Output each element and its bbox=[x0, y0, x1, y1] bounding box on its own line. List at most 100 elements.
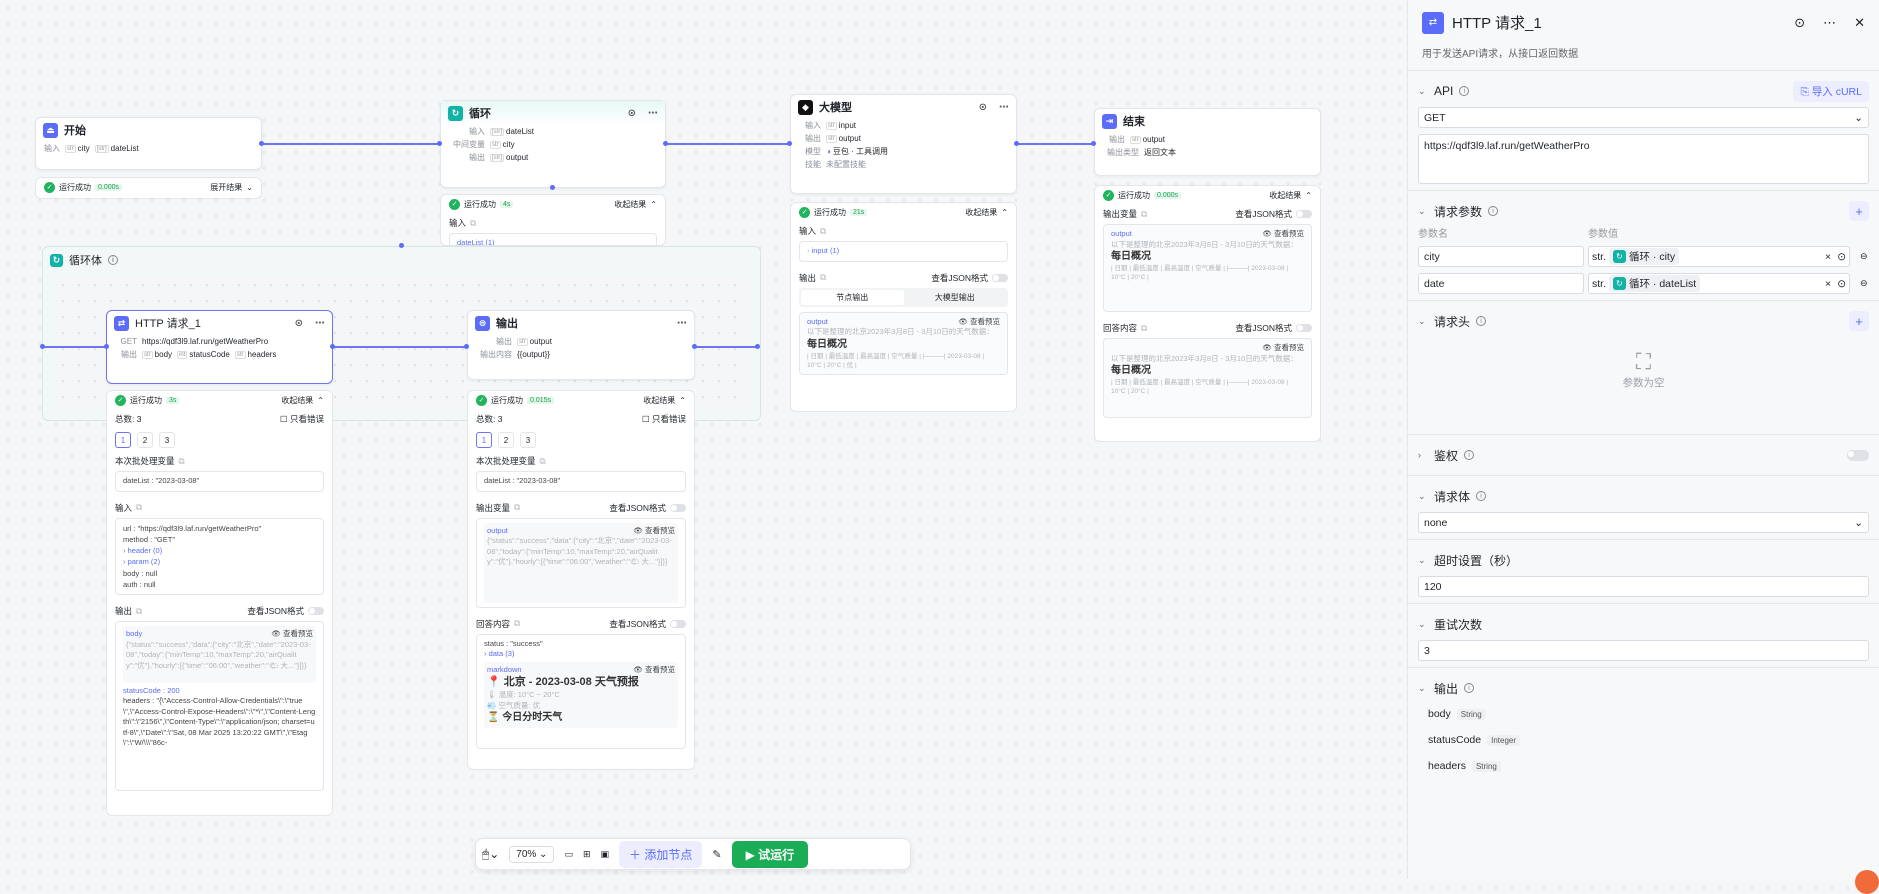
output-item: body String bbox=[1418, 698, 1869, 720]
test-run-button[interactable]: ▶ 试运行 bbox=[731, 840, 809, 868]
preview-button[interactable]: 👁 查看预览 bbox=[1262, 343, 1304, 354]
param-name-input[interactable]: city bbox=[1418, 246, 1584, 267]
zoom-select[interactable]: 70% ⌄ bbox=[509, 845, 555, 863]
check-icon: ✓ bbox=[115, 394, 126, 406]
json-toggle[interactable] bbox=[1296, 324, 1312, 332]
edge-loop-llm bbox=[666, 143, 790, 145]
info-icon: i bbox=[1464, 450, 1475, 460]
run-node-icon[interactable]: ⊙ bbox=[628, 108, 636, 119]
preview-button[interactable]: 👁 查看预览 bbox=[1262, 229, 1304, 240]
panel-title: HTTP 请求_1 bbox=[1452, 15, 1542, 32]
url-input[interactable]: https://qdf3l9.laf.run/getWeatherPro bbox=[1418, 134, 1869, 184]
expand-result-button[interactable]: 展开结果 bbox=[210, 182, 242, 193]
node-start[interactable]: ⏏ 开始 输入 str city [str] dateList bbox=[35, 117, 262, 170]
retry-input[interactable]: 3 bbox=[1418, 640, 1869, 661]
close-icon[interactable]: ✕ bbox=[1854, 15, 1865, 31]
llm-input-box[interactable]: › input (1) bbox=[799, 241, 1008, 262]
edge-llm-end bbox=[1017, 143, 1094, 145]
model-icon: ◆ bbox=[798, 99, 813, 115]
collapse-result-button[interactable]: 收起结果 bbox=[281, 395, 313, 406]
doubao-icon: ◑ bbox=[826, 147, 831, 156]
info-icon: i bbox=[1464, 683, 1475, 693]
body-type-select[interactable]: none ⌄ bbox=[1418, 512, 1869, 533]
param-value-input[interactable]: str. ↻ 循环 · city × ⊙ bbox=[1588, 246, 1850, 267]
node-end[interactable]: ⇥ 结束 输出 str output 输出类型 返回文本 bbox=[1094, 108, 1321, 176]
mouse-mode-icon[interactable]: 🖱⌄ bbox=[482, 847, 499, 862]
check-icon: ✓ bbox=[1103, 189, 1114, 201]
clear-icon[interactable]: × bbox=[1825, 251, 1831, 263]
more-icon[interactable]: ⋯ bbox=[999, 102, 1009, 113]
remove-param-button[interactable]: ⊖ bbox=[1860, 251, 1868, 262]
node-llm[interactable]: ◆ 大模型 ⊙ ⋯ 输入 str input 输出 str output 模型 ◑ 豆包 · 工具… bbox=[790, 94, 1017, 194]
chevron-down-icon: ⌄ bbox=[246, 182, 253, 192]
json-toggle[interactable] bbox=[670, 619, 686, 628]
layout-icon[interactable]: ⊞ bbox=[583, 849, 591, 860]
start-icon: ⏏ bbox=[43, 122, 58, 138]
add-header-button[interactable]: + bbox=[1849, 311, 1869, 331]
page-1[interactable]: 1 bbox=[115, 432, 131, 448]
comment-icon[interactable]: ▭ bbox=[564, 849, 573, 860]
json-toggle[interactable] bbox=[308, 607, 324, 615]
page-3[interactable]: 3 bbox=[520, 432, 536, 448]
loop-icon: ↻ bbox=[448, 105, 463, 121]
more-icon[interactable]: ⋯ bbox=[315, 318, 325, 329]
run-node-icon[interactable]: ⊙ bbox=[1794, 15, 1805, 31]
more-icon[interactable]: ⋯ bbox=[1823, 15, 1836, 31]
page-2[interactable]: 2 bbox=[137, 432, 153, 448]
param-name-input[interactable]: date bbox=[1418, 273, 1584, 294]
clear-icon[interactable]: × bbox=[1825, 278, 1831, 290]
timeout-input[interactable]: 120 bbox=[1418, 576, 1869, 597]
run-node-icon[interactable]: ⊙ bbox=[295, 318, 303, 329]
end-icon: ⇥ bbox=[1102, 113, 1117, 129]
minimap-icon[interactable]: ▣ bbox=[601, 849, 610, 860]
preview-button[interactable]: 👁 查看预览 bbox=[633, 526, 675, 537]
output-item: statusCode Integer bbox=[1418, 720, 1869, 746]
node-http-request[interactable]: ⇄ HTTP 请求_1 ⊙ ⋯ GET https://qdf3l9.laf.run/g… bbox=[106, 310, 333, 384]
llm-run-result: ✓ 运行成功 21s 收起结果 ⌃ 输入 ⧉ › input (1) 输出 ⧉ 查看JSON格… bbox=[790, 202, 1017, 412]
preview-button[interactable]: 👁 查看预览 bbox=[271, 629, 313, 640]
auth-toggle[interactable] bbox=[1847, 449, 1869, 461]
json-toggle[interactable] bbox=[670, 503, 686, 512]
floating-help-button[interactable] bbox=[1855, 870, 1879, 894]
page-1[interactable]: 1 bbox=[476, 432, 492, 448]
tab-llm-output[interactable]: 大模型输出 bbox=[904, 290, 1007, 305]
add-node-button[interactable]: ＋ 添加节点 bbox=[619, 840, 703, 868]
empty-state: ⛶ 参数为空 bbox=[1418, 349, 1869, 390]
var-tag: str city bbox=[65, 144, 90, 153]
output-run-result: ✓ 运行成功 0.015s 收起结果 ⌃ 总数: 3 ☐ 只看错误 123 本次批处理变量… bbox=[467, 390, 695, 770]
info-icon: i bbox=[1476, 316, 1487, 326]
loop-icon: ↻ bbox=[1613, 250, 1627, 263]
collapse-result-button[interactable]: 收起结果 bbox=[643, 395, 675, 406]
preview-button[interactable]: 👁 查看预览 bbox=[958, 317, 1000, 328]
only-error-checkbox[interactable]: ☐ 只看错误 bbox=[280, 413, 324, 425]
chevron-down-icon: ⌄ bbox=[1418, 85, 1426, 96]
remove-param-button[interactable]: ⊖ bbox=[1860, 278, 1868, 289]
json-toggle[interactable] bbox=[1296, 210, 1312, 218]
variable-icon[interactable]: ⊙ bbox=[1837, 251, 1846, 263]
tools-icon[interactable]: ✎ bbox=[712, 848, 721, 861]
more-icon[interactable]: ⋯ bbox=[648, 108, 658, 119]
add-param-button[interactable]: + bbox=[1849, 201, 1869, 221]
collapse-result-button[interactable]: 收起结果 bbox=[1269, 190, 1301, 201]
json-toggle[interactable] bbox=[992, 273, 1008, 282]
only-error-checkbox[interactable]: ☐ 只看错误 bbox=[642, 413, 686, 425]
node-output[interactable]: ⊜ 输出 ⋯ 输出 str output 输出内容 {{output}} bbox=[467, 310, 695, 380]
node-header: ⏏ 开始 bbox=[36, 118, 261, 142]
info-icon: i bbox=[108, 255, 118, 265]
preview-button[interactable]: 👁 查看预览 bbox=[633, 665, 675, 676]
variable-icon[interactable]: ⊙ bbox=[1837, 278, 1846, 290]
loop-body-icon: ↻ bbox=[50, 253, 63, 267]
run-node-icon[interactable]: ⊙ bbox=[979, 102, 987, 113]
info-icon: i bbox=[1488, 206, 1499, 216]
page-3[interactable]: 3 bbox=[159, 432, 175, 448]
node-loop[interactable]: ↻ 循环 ⊙ ⋯ 输入 [str] dateList 中间变量 str city 输出 [str… bbox=[440, 100, 666, 188]
tab-node-output[interactable]: 节点输出 bbox=[801, 289, 904, 305]
info-icon: i bbox=[1476, 491, 1487, 501]
method-select[interactable]: GET ⌄ bbox=[1418, 107, 1869, 128]
collapse-result-button[interactable]: 收起结果 bbox=[965, 207, 997, 218]
collapse-result-button[interactable]: 收起结果 bbox=[614, 199, 646, 210]
param-value-input[interactable]: str. ↻ 循环 · dateList × ⊙ bbox=[1588, 273, 1850, 294]
more-icon[interactable]: ⋯ bbox=[677, 318, 687, 329]
import-curl-button[interactable]: ⎘ 导入 cURL bbox=[1793, 80, 1869, 102]
page-2[interactable]: 2 bbox=[498, 432, 514, 448]
